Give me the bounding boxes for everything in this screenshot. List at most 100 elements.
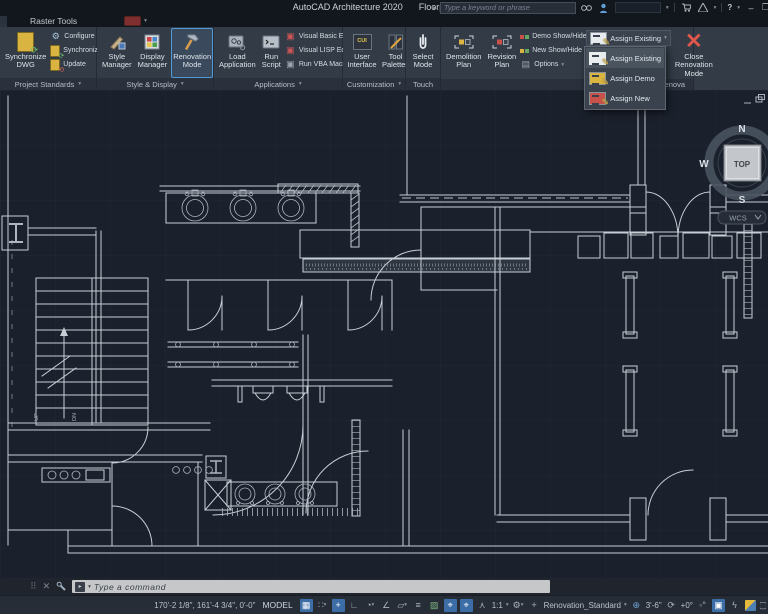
- tab-raster-tools[interactable]: Raster Tools: [19, 16, 88, 26]
- tool-palettes-icon: [387, 31, 404, 52]
- panel-expand-icon: ▾: [181, 81, 184, 87]
- cui-icon: CUI: [353, 34, 372, 50]
- ribbon: ⟳ Synchronize DWG ⚙ Configure ⟳ Synchron…: [0, 27, 768, 90]
- close-renovation-mode-button[interactable]: ✕ Close Renovation Mode: [673, 28, 715, 79]
- style-manager-button[interactable]: Style Manager: [100, 28, 134, 78]
- panel-style-display: Style Manager Display Manager Renovation…: [97, 27, 214, 90]
- search-expand-icon[interactable]: ▸: [433, 4, 437, 12]
- command-grip-icon[interactable]: ⠿: [30, 582, 37, 591]
- viewcube-west[interactable]: W: [699, 159, 709, 170]
- isodraft-toggle[interactable]: ∠: [380, 599, 393, 612]
- grid-toggle[interactable]: ▦: [300, 599, 313, 612]
- viewcube-north[interactable]: N: [738, 124, 745, 135]
- rotation-readout[interactable]: +0°: [681, 601, 693, 610]
- rotation-icon[interactable]: ⟳: [665, 599, 678, 612]
- account-area[interactable]: [615, 2, 661, 13]
- menu-item-assign-demo[interactable]: ✎ Assign Demo: [586, 68, 664, 88]
- visual-lisp-editor-icon: ▣: [285, 45, 296, 56]
- clean-screen-button[interactable]: ▢: [760, 599, 766, 612]
- annotation-scale-dropdown-icon[interactable]: ▾: [506, 602, 509, 608]
- command-placeholder: Type a command: [94, 582, 166, 592]
- load-application-button[interactable]: Load Application: [217, 28, 258, 78]
- workspace-dropdown-icon[interactable]: ▾: [624, 602, 627, 608]
- assign-existing-button[interactable]: ✎ Assign Existing ▾: [586, 30, 671, 46]
- isolate-objects-button[interactable]: ◦°: [696, 599, 709, 612]
- viewcube-top-label: TOP: [734, 160, 751, 169]
- synchronize-dwg-icon: ⟳: [17, 31, 34, 52]
- plan-crosshair-button[interactable]: +: [528, 599, 541, 612]
- options-dropdown-icon: ▾: [561, 62, 564, 68]
- clipboard-button[interactable]: ▣: [712, 599, 725, 612]
- ortho-toggle[interactable]: ∟: [348, 599, 361, 612]
- options-icon: ▤: [520, 59, 531, 70]
- revision-plan-icon: [491, 31, 513, 52]
- transparency-toggle[interactable]: ▨: [428, 599, 441, 612]
- command-input[interactable]: ▸ ▾ Type a command: [72, 580, 550, 593]
- polar-tracking-toggle[interactable]: ◔▾: [364, 599, 377, 612]
- canvas-grid: [0, 90, 768, 578]
- media-panel-icon[interactable]: [124, 16, 141, 26]
- workspace-gear-button[interactable]: ⚙▾: [512, 599, 525, 612]
- synchronize-dwg-button[interactable]: ⟳ Synchronize DWG: [3, 28, 48, 78]
- options-button[interactable]: ▤ Options ▾: [520, 58, 584, 71]
- load-application-icon: [227, 31, 247, 52]
- sign-in-icon[interactable]: [598, 2, 610, 13]
- demolition-plan-button[interactable]: Demolition Plan: [444, 28, 483, 79]
- select-mode-button[interactable]: Select Mode: [409, 28, 437, 78]
- panel-touch: Select Mode Touch: [406, 27, 441, 90]
- assign-existing-menu-icon: ✎: [589, 52, 606, 65]
- project-standards-panel-label[interactable]: Project Standards▾: [0, 78, 96, 90]
- run-vba-macro-icon: ▣: [285, 59, 296, 70]
- viewcube-south[interactable]: S: [739, 195, 746, 206]
- object-snap-tracking-toggle[interactable]: ▱▾: [396, 599, 409, 612]
- ui-customization-button[interactable]: [744, 599, 757, 612]
- command-close-icon[interactable]: ✕: [43, 582, 51, 591]
- help-icon[interactable]: ?: [727, 3, 732, 12]
- workspace-name-button[interactable]: Renovation_Standard: [544, 601, 621, 610]
- applications-panel-label[interactable]: Applications▾: [214, 78, 342, 90]
- menu-item-assign-existing[interactable]: ✎ Assign Existing: [586, 48, 664, 68]
- menu-item-assign-new[interactable]: ✎ Assign New: [586, 88, 664, 108]
- synchronize-project-icon: ⟳: [50, 45, 60, 57]
- command-recent-icon[interactable]: ▸: [75, 582, 85, 592]
- customization-panel-label[interactable]: Customization▾: [343, 78, 405, 90]
- model-space-button[interactable]: MODEL: [258, 600, 296, 610]
- annotation-scale-button[interactable]: 1:1: [492, 601, 503, 610]
- touch-panel-label: Touch: [406, 78, 440, 90]
- app-store-cart-icon[interactable]: [680, 2, 692, 13]
- display-manager-icon: [143, 31, 161, 52]
- dynamic-input-toggle[interactable]: +: [332, 599, 345, 612]
- revision-plan-button[interactable]: Revision Plan: [485, 28, 518, 79]
- elevation-readout[interactable]: 3'-6": [646, 601, 662, 610]
- search-input[interactable]: Type a keyword or phrase: [440, 2, 576, 14]
- annotation-person-icon[interactable]: ⋏: [476, 599, 489, 612]
- demo-show-hide-button[interactable]: Demo Show/Hide: [520, 30, 584, 43]
- minimize-button[interactable]: –: [745, 3, 757, 13]
- drawing-canvas[interactable]: UP DN N W S TOP WCS: [0, 90, 768, 578]
- autodesk-app-icon[interactable]: [697, 2, 709, 13]
- command-wrench-icon[interactable]: [56, 581, 66, 593]
- search-binoculars-icon[interactable]: [581, 2, 593, 13]
- account-dropdown-icon[interactable]: ▾: [666, 5, 669, 11]
- run-script-button[interactable]: Run Script: [260, 28, 283, 78]
- object-snap-toggle[interactable]: ⌖: [444, 599, 457, 612]
- panel-expand-icon: ▾: [78, 81, 81, 87]
- user-interface-button[interactable]: CUI User Interface: [346, 28, 378, 78]
- new-show-hide-button[interactable]: New Show/Hide: [520, 44, 584, 57]
- restore-button[interactable]: ❒: [762, 2, 768, 13]
- command-dropdown-icon[interactable]: ▾: [88, 584, 91, 590]
- performance-button[interactable]: ϟ: [728, 599, 741, 612]
- style-display-panel-label[interactable]: Style & Display▾: [97, 78, 213, 90]
- snap-toggle[interactable]: ∷▾: [316, 599, 329, 612]
- app-dropdown-icon[interactable]: ▾: [714, 5, 717, 11]
- media-dropdown-icon[interactable]: ▾: [144, 18, 147, 24]
- help-dropdown-icon[interactable]: ▾: [737, 5, 740, 11]
- configure-icon: ⚙: [50, 31, 61, 42]
- lineweight-toggle[interactable]: ≡: [412, 599, 425, 612]
- display-manager-button[interactable]: Display Manager: [136, 28, 170, 78]
- units-globe-icon[interactable]: ⊕: [630, 599, 643, 612]
- renovation-mode-button[interactable]: Renovation Mode: [171, 28, 213, 78]
- update-icon: ⟲: [50, 59, 60, 71]
- tab-partial[interactable]: [0, 16, 7, 27]
- object-snap-3d-toggle[interactable]: ⌖: [460, 599, 473, 612]
